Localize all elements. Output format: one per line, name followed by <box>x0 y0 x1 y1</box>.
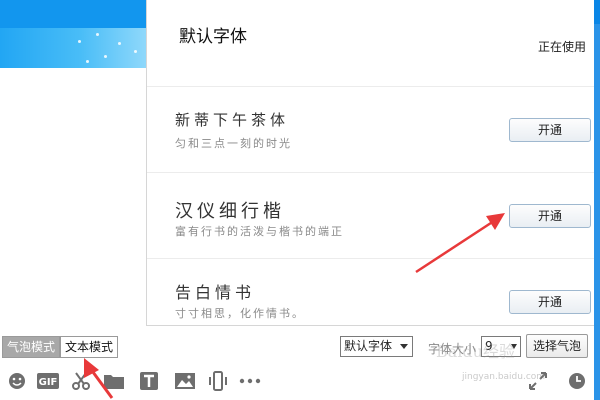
font-row-hanyi[interactable]: 汉仪细行楷 富有行书的活泼与楷书的端正 开通 <box>147 173 594 259</box>
font-description: 寸寸相思，化作情书。 <box>175 307 305 320</box>
more-icon[interactable] <box>239 370 261 392</box>
font-row-xindi[interactable]: 新蒂下午茶体 匀和三点一刻的时光 开通 <box>147 87 594 173</box>
banner-dot <box>86 60 89 63</box>
expand-icon[interactable] <box>527 370 549 392</box>
image-icon[interactable] <box>174 370 196 392</box>
mode-switch: 气泡模式 文本模式 <box>2 336 119 358</box>
banner-dot <box>134 50 137 53</box>
shake-icon[interactable] <box>207 370 229 392</box>
in-use-label: 正在使用 <box>537 40 586 54</box>
chat-header-banner <box>0 0 146 68</box>
font-name: 告白情书 <box>175 283 256 302</box>
chat-header-strip <box>0 0 146 28</box>
font-picker-panel: 默认字体 正在使用 新蒂下午茶体 匀和三点一刻的时光 开通 汉仪细行楷 富有行书… <box>146 0 594 326</box>
bubble-mode-button[interactable]: 气泡模式 <box>2 336 61 358</box>
window-right-edge <box>594 0 600 400</box>
banner-dot <box>104 55 107 58</box>
scissors-icon[interactable] <box>70 370 92 392</box>
font-size-value: 9 <box>485 339 493 353</box>
open-button-gaobai[interactable]: 开通 <box>509 290 591 314</box>
chevron-down-icon <box>511 344 517 349</box>
open-button-hanyi[interactable]: 开通 <box>509 204 591 228</box>
font-size-label: 字体大小 <box>428 342 477 356</box>
window-right-edge-top <box>594 0 600 24</box>
font-select-value: 默认字体 <box>344 339 393 353</box>
font-icon[interactable] <box>138 370 160 392</box>
emoji-icon[interactable] <box>6 370 28 392</box>
font-name: 汉仪细行楷 <box>175 201 285 222</box>
gif-icon[interactable]: GIF <box>37 370 59 392</box>
banner-dot <box>78 40 81 43</box>
folder-icon[interactable] <box>103 370 125 392</box>
open-button-xindi[interactable]: 开通 <box>509 118 591 142</box>
font-row-gaobai[interactable]: 告白情书 寸寸相思，化作情书。 开通 <box>147 259 594 325</box>
font-size-select[interactable]: 9 <box>481 336 521 357</box>
default-font-title: 默认字体 <box>179 27 247 47</box>
font-description: 匀和三点一刻的时光 <box>175 137 292 150</box>
chevron-down-icon <box>400 344 408 349</box>
font-description: 富有行书的活泼与楷书的端正 <box>175 225 344 238</box>
font-name: 新蒂下午茶体 <box>175 111 290 129</box>
font-select[interactable]: 默认字体 <box>340 336 413 357</box>
banner-dot <box>96 33 99 36</box>
history-clock-icon[interactable] <box>566 370 588 392</box>
svg-text:GIF: GIF <box>39 377 58 388</box>
banner-dot <box>118 42 121 45</box>
select-bubble-button[interactable]: 选择气泡 <box>526 334 588 358</box>
text-mode-button[interactable]: 文本模式 <box>60 336 119 358</box>
